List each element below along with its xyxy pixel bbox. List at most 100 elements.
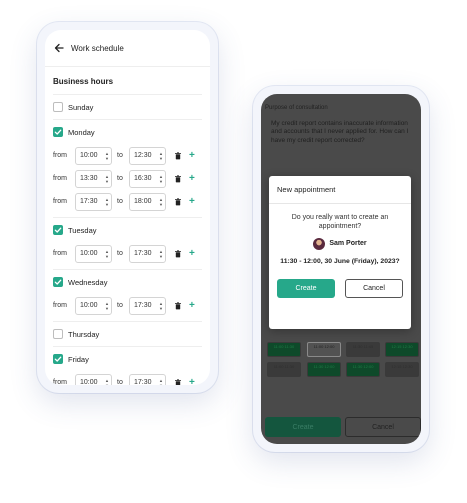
day-row[interactable]: Monday <box>53 119 202 144</box>
delete-icon[interactable] <box>174 174 182 183</box>
time-slot[interactable]: 12:15 12:30 <box>385 362 419 377</box>
stepper-arrows-icon[interactable]: ▲ ▼ <box>105 246 109 262</box>
day-label: Monday <box>68 127 95 137</box>
cancel-button[interactable]: Cancel <box>345 279 403 299</box>
time-value: 13:30 <box>80 175 98 182</box>
work-schedule-header: Work schedule <box>45 30 210 67</box>
add-range-icon[interactable]: + <box>189 248 195 259</box>
day-checkbox[interactable] <box>53 127 63 137</box>
add-range-icon[interactable]: + <box>189 300 195 311</box>
time-slot[interactable]: 11:30 12:00 <box>307 362 341 377</box>
time-slot[interactable]: 11:30 12:00 <box>346 362 380 377</box>
delete-icon[interactable] <box>174 378 182 386</box>
day-wednesday: Wednesday from 10:00 ▲ ▼ to 17:30 ▲ ▼ + <box>53 269 202 321</box>
phone-appointment: Purpose of consultation My credit report… <box>253 86 429 452</box>
day-checkbox[interactable] <box>53 354 63 364</box>
delete-icon[interactable] <box>174 151 182 160</box>
time-ranges: from 10:00 ▲ ▼ to 12:30 ▲ ▼ + from 13:30 ▲ ▼ to 16:30 ▲… <box>53 144 202 217</box>
from-time-input[interactable]: 10:00 ▲ ▼ <box>75 146 112 165</box>
back-arrow-icon[interactable] <box>53 42 65 54</box>
time-value: 17:30 <box>134 250 152 257</box>
work-schedule-screen: Work schedule Business hours Sunday Monda… <box>45 30 210 385</box>
time-slot[interactable]: 11:00 11:30 <box>267 362 301 377</box>
to-time-input[interactable]: 16:30 ▲ ▼ <box>129 169 166 188</box>
to-label: to <box>117 302 123 309</box>
time-value: 17:30 <box>80 198 98 205</box>
phone-work-schedule: Work schedule Business hours Sunday Monda… <box>37 22 218 393</box>
time-value: 17:30 <box>134 302 152 309</box>
to-label: to <box>117 175 123 182</box>
add-range-icon[interactable]: + <box>189 196 195 207</box>
time-range-row: from 10:00 ▲ ▼ to 17:30 ▲ ▼ + <box>53 242 202 265</box>
to-time-input[interactable]: 18:00 ▲ ▼ <box>129 192 166 211</box>
day-checkbox[interactable] <box>53 102 63 112</box>
time-ranges: from 10:00 ▲ ▼ to 17:30 ▲ ▼ + <box>53 242 202 269</box>
stepper-arrows-icon[interactable]: ▲ ▼ <box>105 375 109 386</box>
to-label: to <box>117 250 123 257</box>
to-time-input[interactable]: 17:30 ▲ ▼ <box>129 296 166 315</box>
purpose-textarea[interactable]: My credit report contains inaccurate inf… <box>265 116 417 166</box>
dialog-actions: Create Cancel <box>277 279 403 299</box>
time-range-row: from 13:30 ▲ ▼ to 16:30 ▲ ▼ + <box>53 167 202 190</box>
time-slot[interactable]: 12:15 12:30 <box>385 342 419 357</box>
add-range-icon[interactable]: + <box>189 173 195 184</box>
day-tuesday: Tuesday from 10:00 ▲ ▼ to 17:30 ▲ ▼ + <box>53 217 202 269</box>
time-range-row: from 17:30 ▲ ▼ to 18:00 ▲ ▼ + <box>53 190 202 213</box>
from-label: from <box>53 175 67 182</box>
to-time-input[interactable]: 12:30 ▲ ▼ <box>129 146 166 165</box>
appointment-screen: Purpose of consultation My credit report… <box>261 94 421 444</box>
time-range-row: from 10:00 ▲ ▼ to 17:30 ▲ ▼ + <box>53 371 202 385</box>
add-range-icon[interactable]: + <box>189 150 195 161</box>
background-cancel-button[interactable]: Cancel <box>345 417 421 437</box>
from-time-input[interactable]: 13:30 ▲ ▼ <box>75 169 112 188</box>
add-range-icon[interactable]: + <box>189 377 195 385</box>
stepper-arrows-icon[interactable]: ▲ ▼ <box>105 171 109 187</box>
delete-icon[interactable] <box>174 197 182 206</box>
day-checkbox[interactable] <box>53 277 63 287</box>
avatar <box>313 237 326 250</box>
day-row[interactable]: Tuesday <box>53 217 202 242</box>
business-hours-title: Business hours <box>53 77 114 86</box>
days-list: Sunday Monday from 10:00 ▲ ▼ to 12:30 ▲ ▼ + from 13:… <box>53 94 202 385</box>
from-label: from <box>53 152 67 159</box>
from-label: from <box>53 250 67 257</box>
day-row[interactable]: Friday <box>53 346 202 371</box>
to-label: to <box>117 379 123 385</box>
from-time-input[interactable]: 10:00 ▲ ▼ <box>75 296 112 315</box>
stepper-arrows-icon[interactable]: ▲ ▼ <box>159 246 163 262</box>
stepper-arrows-icon[interactable]: ▲ ▼ <box>105 194 109 210</box>
time-range-row: from 10:00 ▲ ▼ to 17:30 ▲ ▼ + <box>53 294 202 317</box>
stepper-arrows-icon[interactable]: ▲ ▼ <box>159 171 163 187</box>
stepper-arrows-icon[interactable]: ▲ ▼ <box>159 194 163 210</box>
time-value: 16:30 <box>134 175 152 182</box>
day-row[interactable]: Thursday <box>53 321 202 346</box>
time-value: 10:00 <box>80 152 98 159</box>
dialog-question: Do you really want to create an appointm… <box>291 214 389 231</box>
from-time-input[interactable]: 10:00 ▲ ▼ <box>75 373 112 386</box>
day-row[interactable]: Wednesday <box>53 269 202 294</box>
day-checkbox[interactable] <box>53 329 63 339</box>
time-value: 10:00 <box>80 302 98 309</box>
person-name: Sam Porter <box>329 240 367 248</box>
stepper-arrows-icon[interactable]: ▲ ▼ <box>159 148 163 164</box>
delete-icon[interactable] <box>174 249 182 258</box>
stepper-arrows-icon[interactable]: ▲ ▼ <box>105 298 109 314</box>
delete-icon[interactable] <box>174 301 182 310</box>
day-checkbox[interactable] <box>53 225 63 235</box>
stepper-arrows-icon[interactable]: ▲ ▼ <box>105 148 109 164</box>
from-time-input[interactable]: 10:00 ▲ ▼ <box>75 244 112 263</box>
dialog-title: New appointment <box>269 176 411 204</box>
from-time-input[interactable]: 17:30 ▲ ▼ <box>75 192 112 211</box>
time-slot[interactable]: 11:00 12:00 <box>307 342 341 357</box>
create-button[interactable]: Create <box>277 279 335 299</box>
time-slot[interactable]: 11:30 11:45 <box>346 342 380 357</box>
day-row[interactable]: Sunday <box>53 94 202 119</box>
stepper-arrows-icon[interactable]: ▲ ▼ <box>159 298 163 314</box>
to-label: to <box>117 152 123 159</box>
background-create-button[interactable]: Create <box>265 417 341 437</box>
to-time-input[interactable]: 17:30 ▲ ▼ <box>129 373 166 386</box>
stepper-arrows-icon[interactable]: ▲ ▼ <box>159 375 163 386</box>
time-slot[interactable]: 11:00 11:30 <box>267 342 301 357</box>
to-time-input[interactable]: 17:30 ▲ ▼ <box>129 244 166 263</box>
day-label: Thursday <box>68 329 100 339</box>
